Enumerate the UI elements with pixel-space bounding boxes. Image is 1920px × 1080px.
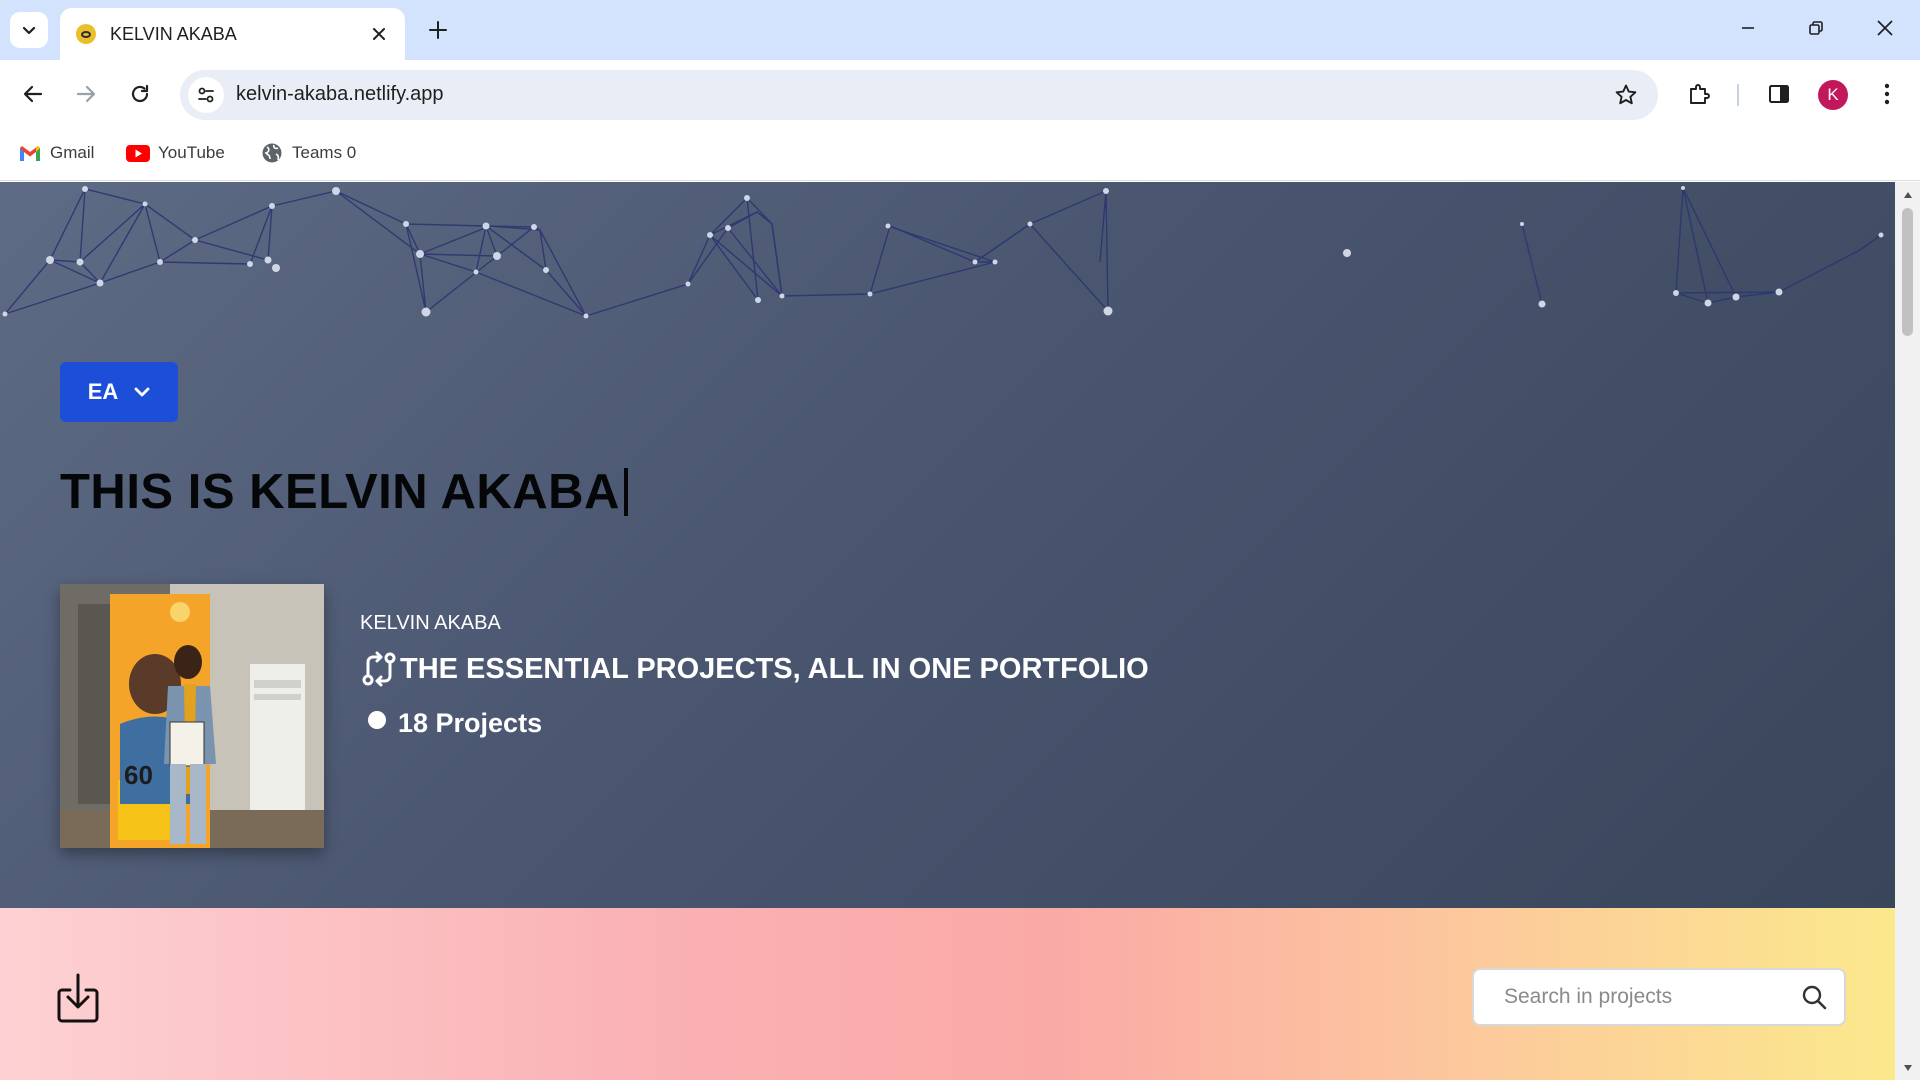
hero-section: EA THIS IS KELVIN AKABA 60 KELVIN AKABA … (0, 182, 1895, 908)
extensions-button[interactable] (1679, 74, 1719, 114)
arrow-right-icon (76, 85, 96, 103)
youtube-icon (126, 143, 150, 163)
address-bar[interactable]: kelvin-akaba.netlify.app (180, 70, 1658, 120)
close-icon (373, 28, 385, 40)
profile-avatar[interactable]: K (1818, 80, 1848, 110)
menu-label: EA (87, 379, 119, 404)
bookmark-label: Gmail (50, 143, 95, 162)
restore-icon (1809, 21, 1823, 35)
bullet-dot-icon (368, 710, 386, 729)
profile-name: KELVIN AKABA (360, 612, 501, 634)
scroll-up-button[interactable] (1901, 188, 1914, 201)
scroll-down-button[interactable] (1901, 1061, 1914, 1074)
plus-icon (429, 21, 447, 39)
chevron-down-icon (22, 26, 36, 35)
forward-button[interactable] (66, 74, 106, 114)
triangle-up-icon (1903, 191, 1912, 198)
tab-title: KELVIN AKABA (110, 23, 237, 44)
projects-count: 18 Projects (368, 708, 542, 739)
profile-photo: 60 (60, 584, 324, 848)
minimize-button[interactable] (1728, 8, 1768, 48)
site-favicon-icon (76, 24, 96, 44)
site-info-button[interactable] (188, 77, 224, 113)
bookmark-teams[interactable]: Teams 0 (260, 138, 356, 168)
projects-count-text: 18 Projects (398, 708, 543, 738)
headline-text: THIS IS KELVIN AKABA (60, 465, 620, 519)
more-vertical-icon (1884, 83, 1890, 105)
profile-menu-button[interactable]: EA (60, 362, 178, 422)
new-tab-button[interactable] (420, 12, 456, 48)
bookmark-youtube[interactable]: YouTube (126, 138, 225, 168)
reload-button[interactable] (120, 74, 160, 114)
tab-search-button[interactable] (10, 12, 48, 48)
globe-icon (260, 143, 284, 163)
bookmarks-bar: Gmail YouTube Teams 0 (0, 128, 1920, 181)
triangle-down-icon (1903, 1064, 1912, 1071)
search-input[interactable] (1504, 985, 1798, 1009)
close-icon (1877, 20, 1893, 36)
git-compare-icon (362, 651, 396, 687)
tune-icon (198, 87, 214, 103)
toolbar-divider (1737, 84, 1739, 106)
page-headline: THIS IS KELVIN AKABA (60, 464, 628, 520)
back-button[interactable] (13, 74, 53, 114)
minimize-icon (1742, 27, 1754, 29)
scrollbar-thumb[interactable] (1902, 208, 1913, 336)
network-graphic (2, 186, 1884, 319)
page-scrollbar[interactable] (1895, 182, 1920, 1080)
bookmark-gmail[interactable]: Gmail (18, 138, 94, 168)
url-text[interactable]: kelvin-akaba.netlify.app (236, 83, 444, 106)
puzzle-icon (1690, 84, 1710, 104)
tab-strip: KELVIN AKABA (0, 0, 1920, 60)
tab-close-button[interactable] (365, 20, 393, 48)
bookmark-star-button[interactable] (1612, 81, 1640, 109)
bookmark-label: Teams 0 (292, 143, 357, 162)
arrow-left-icon (23, 85, 43, 103)
reload-icon (131, 84, 149, 103)
download-button[interactable] (54, 970, 102, 1026)
tagline-text: THE ESSENTIAL PROJECTS, ALL IN ONE PORTF… (400, 652, 1149, 685)
search-icon[interactable] (1798, 981, 1830, 1013)
network-nodes (2, 186, 1884, 319)
close-window-button[interactable] (1865, 8, 1905, 48)
browser-menu-button[interactable] (1867, 74, 1907, 114)
projects-toolbar (0, 908, 1895, 1080)
browser-toolbar: kelvin-akaba.netlify.app K (0, 60, 1920, 128)
side-panel-button[interactable] (1759, 74, 1799, 114)
tagline: THE ESSENTIAL PROJECTS, ALL IN ONE PORTF… (360, 650, 1149, 688)
download-icon (57, 973, 99, 1023)
restore-button[interactable] (1796, 8, 1836, 48)
star-icon (1615, 84, 1637, 105)
page-viewport: EA THIS IS KELVIN AKABA 60 KELVIN AKABA … (0, 182, 1895, 1080)
typing-cursor (623, 468, 628, 516)
project-search (1472, 968, 1846, 1026)
gmail-icon (18, 143, 42, 163)
side-panel-icon (1769, 85, 1789, 103)
bookmark-label: YouTube (158, 143, 225, 162)
active-tab[interactable]: KELVIN AKABA (60, 8, 405, 60)
svg-text:60: 60 (124, 760, 153, 790)
chevron-down-icon (134, 387, 150, 397)
